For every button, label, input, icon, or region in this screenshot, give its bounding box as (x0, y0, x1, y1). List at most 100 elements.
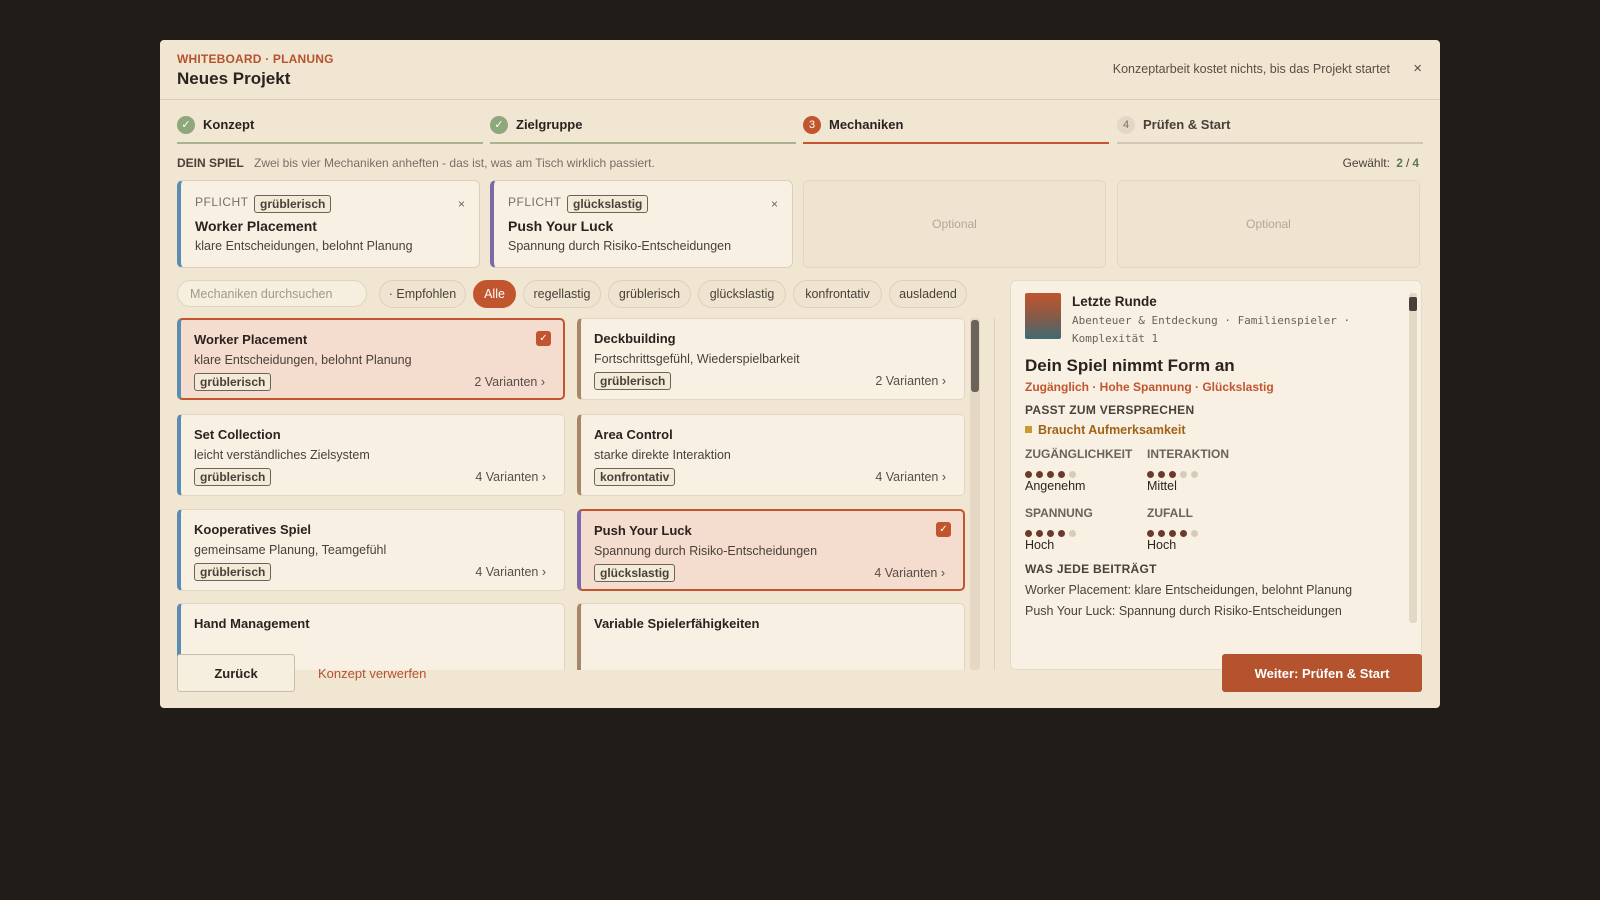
preview-scrollbar[interactable] (1409, 293, 1417, 623)
fit-section-label: PASST ZUM VERSPRECHEN (1025, 403, 1195, 417)
category-chip: glückslastig (567, 195, 649, 213)
contribution-item: Push Your Luck: Spannung durch Risiko-En… (1025, 604, 1342, 618)
category-chip: grüblerisch (194, 563, 272, 581)
check-icon: ✓ (177, 116, 195, 134)
dialog-eyebrow: WHITEBOARD · PLANUNG (177, 52, 334, 66)
mechanic-desc: klare Entscheidungen, belohnt Planung (194, 353, 412, 367)
slot-name: Push Your Luck (508, 218, 614, 234)
variants-link[interactable]: 2 Varianten › (474, 375, 545, 389)
rating-dots (1147, 465, 1267, 478)
slot-name: Worker Placement (195, 218, 317, 234)
category-chip: grüblerisch (254, 195, 332, 213)
metric-label: SPANNUNG (1025, 506, 1093, 520)
filter-regellastig[interactable]: regellastig (523, 280, 601, 308)
optional-label: Optional (1246, 217, 1291, 231)
rating-dot (1058, 471, 1065, 478)
metric-value: Mittel (1147, 479, 1177, 493)
checkbox-checked-icon[interactable]: ✓ (936, 522, 951, 537)
mechanic-card-deckbuilding[interactable]: Deckbuilding Fortschrittsgefühl, Wieders… (577, 318, 965, 400)
step-label: Konzept (203, 117, 255, 132)
metric-spannung: SPANNUNG Hoch (1025, 506, 1145, 552)
mechanic-card-variable-spielerfaehigkeiten[interactable]: Variable Spielerfähigkeiten (577, 603, 965, 670)
mechanic-desc: gemeinsame Planung, Teamgefühl (194, 543, 387, 557)
step-number: 3 (803, 116, 821, 134)
mechanic-name: Set Collection (194, 427, 281, 442)
filter-empfohlen[interactable]: · Empfohlen (379, 280, 466, 308)
search-input[interactable] (177, 280, 367, 307)
metric-interaktion: INTERAKTION Mittel (1147, 447, 1267, 493)
remove-icon[interactable]: × (458, 197, 465, 211)
rating-dot (1147, 530, 1154, 537)
count-separator: / (1405, 156, 1410, 170)
close-icon[interactable]: × (1413, 60, 1422, 77)
rating-dots (1025, 524, 1145, 537)
checkbox-checked-icon[interactable]: ✓ (536, 331, 551, 346)
contrib-section-label: WAS JEDE BEITRÄGT (1025, 562, 1157, 576)
discard-concept-link[interactable]: Konzept verwerfen (318, 666, 426, 681)
rating-dot (1158, 471, 1165, 478)
mechanic-card-set-collection[interactable]: Set Collection leicht verständliches Zie… (177, 414, 565, 496)
variants-link[interactable]: 4 Varianten › (475, 470, 546, 484)
column-divider (994, 318, 995, 670)
mechanic-card-area-control[interactable]: Area Control starke direkte Interaktion … (577, 414, 965, 496)
rating-dot (1180, 471, 1187, 478)
filter-konfrontativ[interactable]: konfrontativ (793, 280, 882, 308)
filter-glueckslastig[interactable]: glückslastig (698, 280, 786, 308)
variants-link[interactable]: 4 Varianten › (874, 566, 945, 580)
mechanic-name: Worker Placement (194, 332, 308, 347)
filter-grueblerisch[interactable]: grüblerisch (608, 280, 691, 308)
slot-3-empty[interactable]: Optional (803, 180, 1106, 268)
variants-link[interactable]: 2 Varianten › (875, 374, 946, 388)
preview-headline: Dein Spiel nimmt Form an (1025, 356, 1235, 375)
required-tag: PFLICHT (195, 195, 249, 209)
variants-link[interactable]: 4 Varianten › (875, 470, 946, 484)
rating-dot (1191, 530, 1198, 537)
fit-warning: Braucht Aufmerksamkeit (1025, 423, 1186, 437)
mechanic-card-worker-placement[interactable]: Worker Placement klare Entscheidungen, b… (177, 318, 565, 400)
section-label: DEIN SPIEL (177, 156, 244, 170)
game-name: Letzte Runde (1072, 294, 1157, 309)
dialog-header: WHITEBOARD · PLANUNG Neues Projekt Konze… (160, 40, 1440, 100)
dialog-title: Neues Projekt (177, 69, 291, 88)
mechanic-card-push-your-luck[interactable]: Push Your Luck Spannung durch Risiko-Ent… (577, 509, 965, 591)
slot-desc: klare Entscheidungen, belohnt Planung (195, 239, 413, 253)
step-label: Mechaniken (829, 117, 904, 132)
contribution-item: Worker Placement: klare Entscheidungen, … (1025, 583, 1353, 597)
back-button[interactable]: Zurück (177, 654, 295, 692)
rating-dot (1147, 471, 1154, 478)
remove-icon[interactable]: × (771, 197, 778, 211)
next-review-start-button[interactable]: Weiter: Prüfen & Start (1222, 654, 1422, 692)
category-chip: grüblerisch (594, 372, 672, 390)
step-zielgruppe[interactable]: ✓ Zielgruppe (490, 114, 796, 144)
mechanics-list[interactable]: Worker Placement klare Entscheidungen, b… (177, 318, 965, 670)
metric-label: ZUGÄNGLICHKEIT (1025, 447, 1133, 461)
mechanic-name: Variable Spielerfähigkeiten (594, 616, 760, 631)
mechanic-desc: Fortschrittsgefühl, Wiederspielbarkeit (594, 352, 800, 366)
rating-dot (1036, 530, 1043, 537)
mechanic-card-kooperatives-spiel[interactable]: Kooperatives Spiel gemeinsame Planung, T… (177, 509, 565, 591)
mechanic-name: Deckbuilding (594, 331, 676, 346)
slot-4-empty[interactable]: Optional (1117, 180, 1420, 268)
optional-label: Optional (932, 217, 977, 231)
step-mechaniken[interactable]: 3 Mechaniken (803, 114, 1109, 144)
fit-warning-text: Braucht Aufmerksamkeit (1038, 423, 1186, 437)
variants-link[interactable]: 4 Varianten › (475, 565, 546, 579)
rating-dot (1069, 530, 1076, 537)
mechanic-name: Kooperatives Spiel (194, 522, 312, 537)
scrollbar-thumb[interactable] (971, 320, 979, 392)
filter-alle[interactable]: Alle (473, 280, 516, 308)
rating-dot (1025, 471, 1032, 478)
step-konzept[interactable]: ✓ Konzept (177, 114, 483, 144)
metric-label: ZUFALL (1147, 506, 1193, 520)
preview-tags: Zugänglich · Hohe Spannung · Glückslasti… (1025, 380, 1274, 394)
metric-value: Hoch (1025, 538, 1055, 552)
step-label: Zielgruppe (516, 117, 583, 132)
step-pruefen-start[interactable]: 4 Prüfen & Start (1117, 114, 1423, 144)
mechanic-desc: starke direkte Interaktion (594, 448, 731, 462)
metric-zufall: ZUFALL Hoch (1147, 506, 1267, 552)
max-count: 4 (1412, 156, 1419, 170)
scrollbar-thumb[interactable] (1409, 297, 1417, 311)
list-scrollbar[interactable] (970, 318, 980, 670)
rating-dots (1025, 465, 1145, 478)
filter-ausladend[interactable]: ausladend (889, 280, 967, 308)
